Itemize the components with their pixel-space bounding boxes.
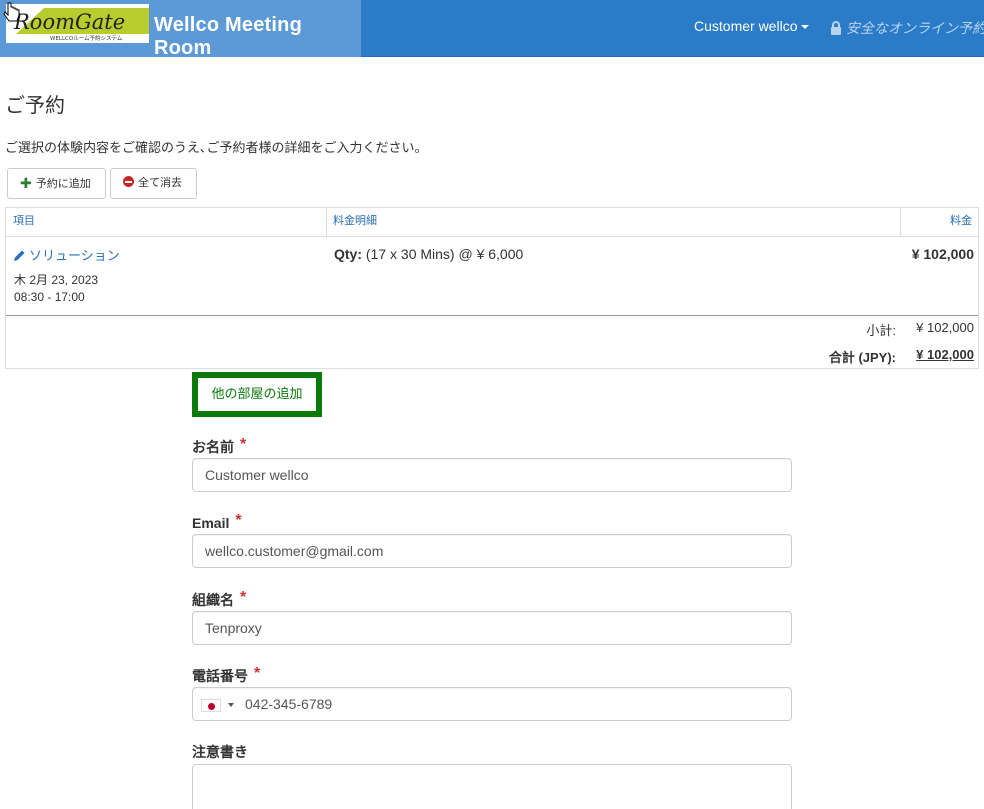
plus-icon: ✚ xyxy=(20,175,32,191)
logo-subtext: WELLCOルーム予約システム xyxy=(50,34,123,42)
item-name: ソリューション xyxy=(29,248,120,263)
user-menu-dropdown[interactable]: Customer wellco xyxy=(694,18,810,34)
add-to-booking-button[interactable]: ✚ 予約に追加 xyxy=(7,168,106,199)
item-qty: Qty: (17 x 30 Mins) @ ¥ 6,000 xyxy=(334,246,523,262)
add-other-room-button[interactable]: 他の部屋の追加 xyxy=(192,372,322,417)
user-menu-label: Customer wellco xyxy=(694,18,798,34)
phone-label: 電話番号 * xyxy=(192,665,260,686)
qty-detail: (17 x 30 Mins) @ ¥ 6,000 xyxy=(365,246,524,262)
phone-label-text: 電話番号 xyxy=(192,668,248,684)
item-time: 08:30 - 17:00 xyxy=(14,290,85,304)
column-header-item: 項目 xyxy=(6,208,327,237)
qty-label: Qty: xyxy=(334,246,362,262)
minus-circle-icon xyxy=(123,176,134,187)
column-header-detail: 料金明細 xyxy=(327,208,901,237)
brand-title[interactable]: Wellco Meeting Room xyxy=(154,14,361,60)
mouse-cursor-icon xyxy=(3,2,21,27)
email-label-text: Email xyxy=(192,515,230,531)
clear-button-label: 全て消去 xyxy=(138,177,182,189)
phone-input[interactable]: 042-345-6789 xyxy=(192,687,792,721)
clear-all-button[interactable]: 全て消去 xyxy=(110,168,197,199)
cart-table: 項目 料金明細 料金 ソリューション 木 2月 23, 2023 08:30 -… xyxy=(5,207,979,369)
total-label: 合計 (JPY): xyxy=(828,350,896,365)
org-label-text: 組織名 xyxy=(192,592,234,608)
email-input[interactable] xyxy=(192,534,792,568)
column-header-price: 料金 xyxy=(901,208,978,237)
organization-label: 組織名 * xyxy=(192,589,246,610)
navbar: RoomGate WELLCOルーム予約システム Wellco Meeting … xyxy=(0,0,984,60)
notes-textarea[interactable] xyxy=(192,764,792,809)
intro-text: ご選択の体験内容をご確認のうえ､ご予約者様の詳細をご入力ください。 xyxy=(5,140,428,155)
logo-text: RoomGate xyxy=(13,10,125,34)
subtotal-value: ¥ 102,000 xyxy=(916,320,974,335)
page-title: ご予約 xyxy=(5,95,65,117)
add-button-label: 予約に追加 xyxy=(35,178,91,190)
name-input[interactable] xyxy=(192,458,792,492)
pencil-icon xyxy=(13,249,26,265)
secure-booking-label: 安全なオンライン予約 xyxy=(830,18,984,38)
brand-box[interactable]: RoomGate WELLCOルーム予約システム Wellco Meeting … xyxy=(0,0,361,60)
item-price: ¥ 102,000 xyxy=(911,246,974,262)
japan-flag-icon[interactable] xyxy=(201,699,221,712)
lock-icon xyxy=(830,21,842,38)
required-mark: * xyxy=(254,665,261,682)
required-mark: * xyxy=(235,512,242,529)
required-mark: * xyxy=(240,589,247,606)
name-label: お名前 * xyxy=(192,436,246,457)
phone-value: 042-345-6789 xyxy=(245,696,333,712)
required-mark: * xyxy=(240,436,247,453)
item-date: 木 2月 23, 2023 xyxy=(14,273,99,287)
caret-down-icon xyxy=(801,25,810,30)
total-value: ¥ 102,000 xyxy=(916,347,974,362)
totals-divider xyxy=(6,315,978,316)
roomgate-logo[interactable]: RoomGate WELLCOルーム予約システム xyxy=(6,4,149,43)
notes-label: 注意書き xyxy=(192,744,248,760)
name-label-text: お名前 xyxy=(192,439,234,455)
item-edit-link[interactable]: ソリューション xyxy=(13,245,120,265)
email-label: Email * xyxy=(192,512,242,531)
country-caret-icon[interactable] xyxy=(228,703,234,707)
organization-input[interactable] xyxy=(192,611,792,645)
subtotal-label: 小計: xyxy=(866,323,896,338)
secure-label-text: 安全なオンライン予約 xyxy=(846,20,984,36)
